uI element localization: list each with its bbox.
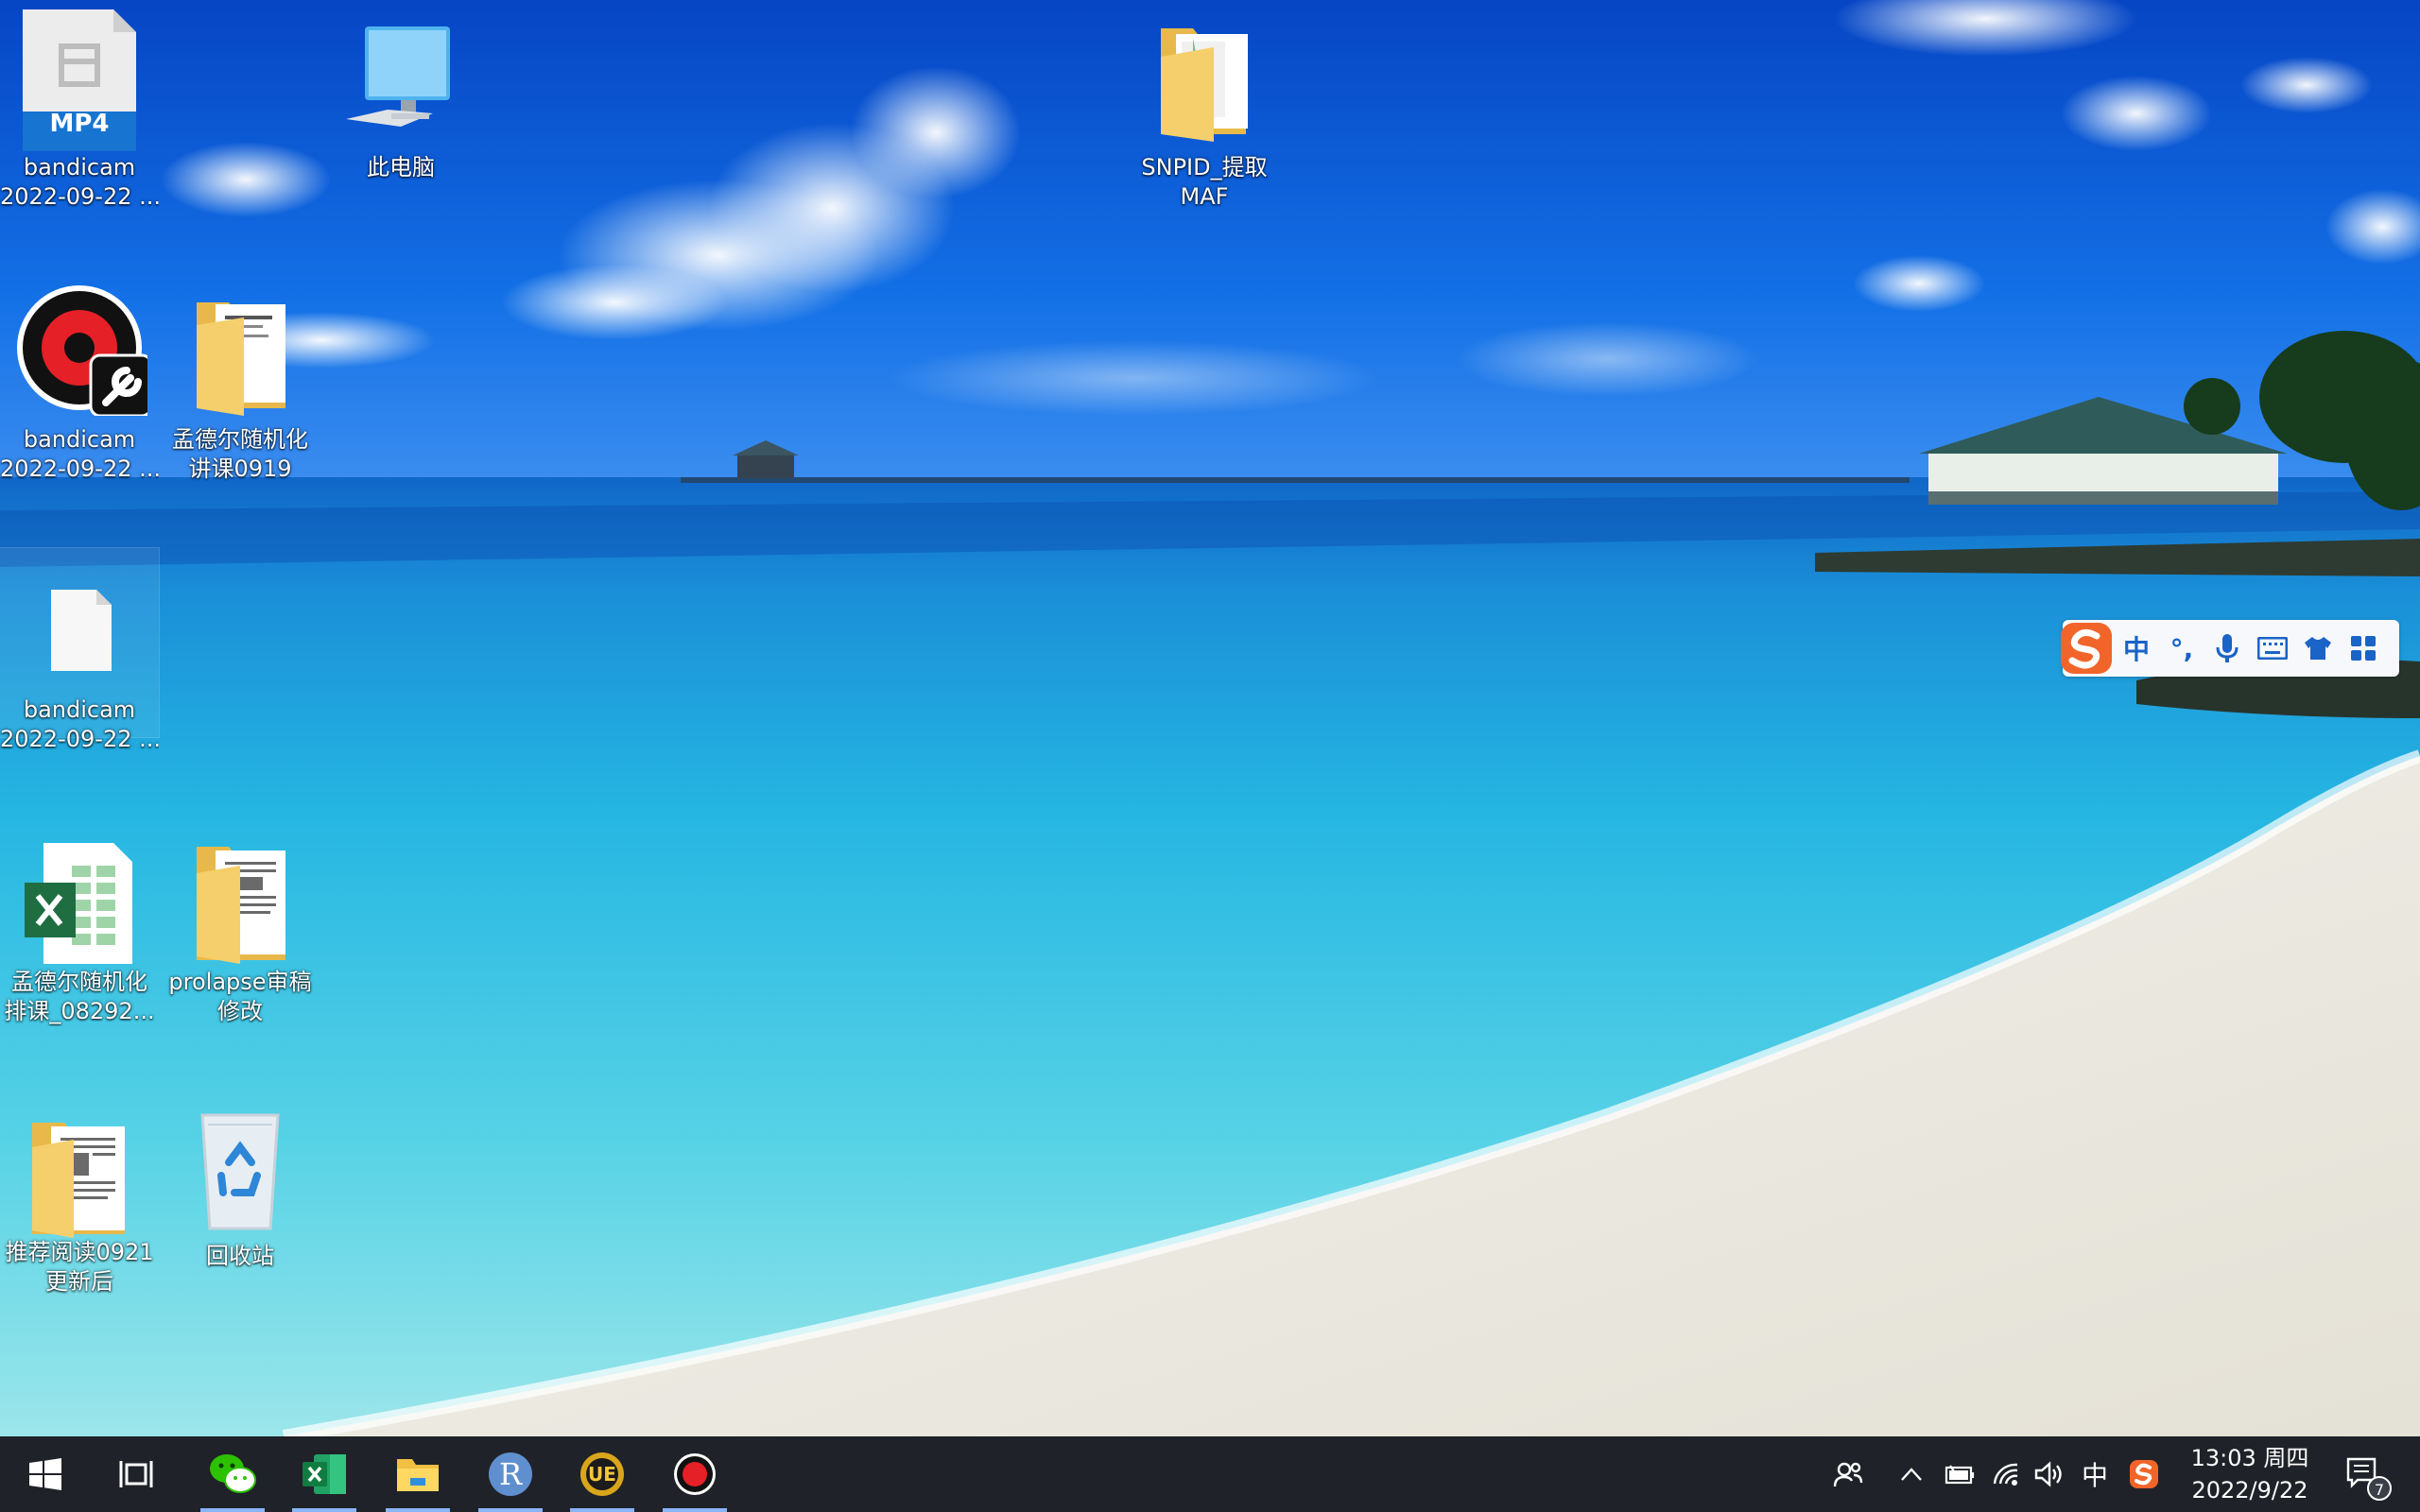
mic-icon[interactable] [2204,626,2250,671]
ime-toolbar[interactable]: 中 °, [2061,620,2399,677]
ime-punctuation-toggle[interactable]: °, [2159,626,2204,671]
folder-icon [397,1459,439,1491]
battery-icon[interactable] [1938,1436,1979,1512]
desktop-icon-label: prolapse审稿 修改 [168,969,312,1024]
show-hidden-icons-chevron-up-icon[interactable] [1893,1436,1930,1512]
running-indicator [570,1508,634,1512]
excel-file-icon [23,832,136,964]
ime-mode-toggle[interactable]: 中 [2114,626,2159,671]
desktop-icon-label: 推荐阅读0921 更新后 [5,1239,154,1295]
folder-icon [183,284,297,416]
volume-icon[interactable] [2029,1436,2070,1512]
taskbar: R UE 中 13:03 周四 2022/9/22 7 [0,1436,2420,1512]
desktop-icon-label: 孟德尔随机化 讲课0919 [172,426,308,482]
desktop-icon-label: 孟德尔随机化 排课_08292... [4,969,155,1024]
computer-icon [344,9,458,127]
windows-logo-icon [29,1458,61,1490]
desktop-icon-label: bandicam 2022-09-22 ... [0,426,159,482]
tray-ime-indicator[interactable]: 中 [2074,1436,2116,1512]
desktop-icon-this-pc[interactable]: 此电脑 [321,0,480,189]
r-letter: R [498,1456,523,1492]
task-view-button[interactable] [98,1436,174,1512]
mp4-badge: MP4 [49,110,110,138]
desktop-icon-recycle-bin[interactable]: 回收站 [161,1096,320,1285]
desktop-icon-snpid-folder[interactable]: SNPID_提取 MAF [1125,0,1284,210]
action-center-button[interactable]: 7 [2337,1436,2394,1512]
record-icon [674,1453,716,1495]
keyboard-icon[interactable] [2250,626,2295,671]
wifi-icon[interactable] [1985,1436,2027,1512]
clock-date: 2022/9/22 [2191,1477,2308,1503]
people-icon[interactable] [1824,1436,1872,1512]
bandicam-tool-icon [17,284,147,416]
apps-grid-icon[interactable] [2341,626,2386,671]
sogou-logo-icon[interactable] [2059,621,2114,676]
running-indicator [292,1508,356,1512]
taskbar-clock[interactable]: 13:03 周四 2022/9/22 [2174,1436,2325,1512]
blank-file-icon [23,558,136,671]
taskbar-app-r[interactable]: R [473,1436,548,1512]
desktop-icon-bandicam-app[interactable]: bandicam 2022-09-22 ... [0,274,159,482]
clock-time: 13:03 周四 [2190,1445,2309,1471]
desktop-icon-bandicam-file[interactable]: bandicam 2022-09-22 ... [0,547,160,752]
taskbar-app-ultraedit[interactable]: UE [564,1436,640,1512]
desktop-icon-label: 此电脑 [367,154,435,180]
running-indicator [663,1508,727,1512]
notification-count-badge: 7 [2367,1476,2392,1501]
desktop-icon-mendel-excel[interactable]: 孟德尔随机化 排课_08292... [0,822,159,1024]
desktop-icon-label: 回收站 [206,1243,274,1269]
running-indicator [478,1508,543,1512]
recycle-bin-icon [183,1106,297,1230]
running-indicator [386,1508,450,1512]
ultraedit-letters: UE [588,1463,616,1486]
folder-icon [1148,9,1261,142]
desktop-icon-label: SNPID_提取 MAF [1141,154,1268,210]
task-view-icon [119,1461,153,1487]
sogou-tray-icon[interactable] [2123,1436,2165,1512]
mp4-file-icon: MP4 [23,9,136,151]
skin-shirt-icon[interactable] [2295,626,2341,671]
taskbar-app-file-explorer[interactable] [380,1436,456,1512]
excel-icon [302,1454,346,1494]
desktop-icon-prolapse-folder[interactable]: prolapse审稿 修改 [161,822,320,1024]
desktop-icon-mendel-folder[interactable]: 孟德尔随机化 讲课0919 [161,274,320,482]
taskbar-app-excel[interactable] [286,1436,362,1512]
wechat-icon [210,1454,256,1493]
folder-icon [23,1106,136,1238]
start-button[interactable] [8,1436,83,1512]
desktop-icon-label: bandicam 2022-09-22 ... [0,696,159,752]
taskbar-app-wechat[interactable] [195,1436,270,1512]
folder-icon [183,832,297,964]
desktop-wallpaper [0,0,2420,1436]
taskbar-app-bandicam[interactable] [657,1436,733,1512]
desktop-icon-label: bandicam 2022-09-22 ... [0,154,159,210]
desktop-icon-reading-folder[interactable]: 推荐阅读0921 更新后 [0,1096,159,1295]
desktop-icon-bandicam-mp4[interactable]: MP4 bandicam 2022-09-22 ... [0,0,159,210]
running-indicator [200,1508,265,1512]
